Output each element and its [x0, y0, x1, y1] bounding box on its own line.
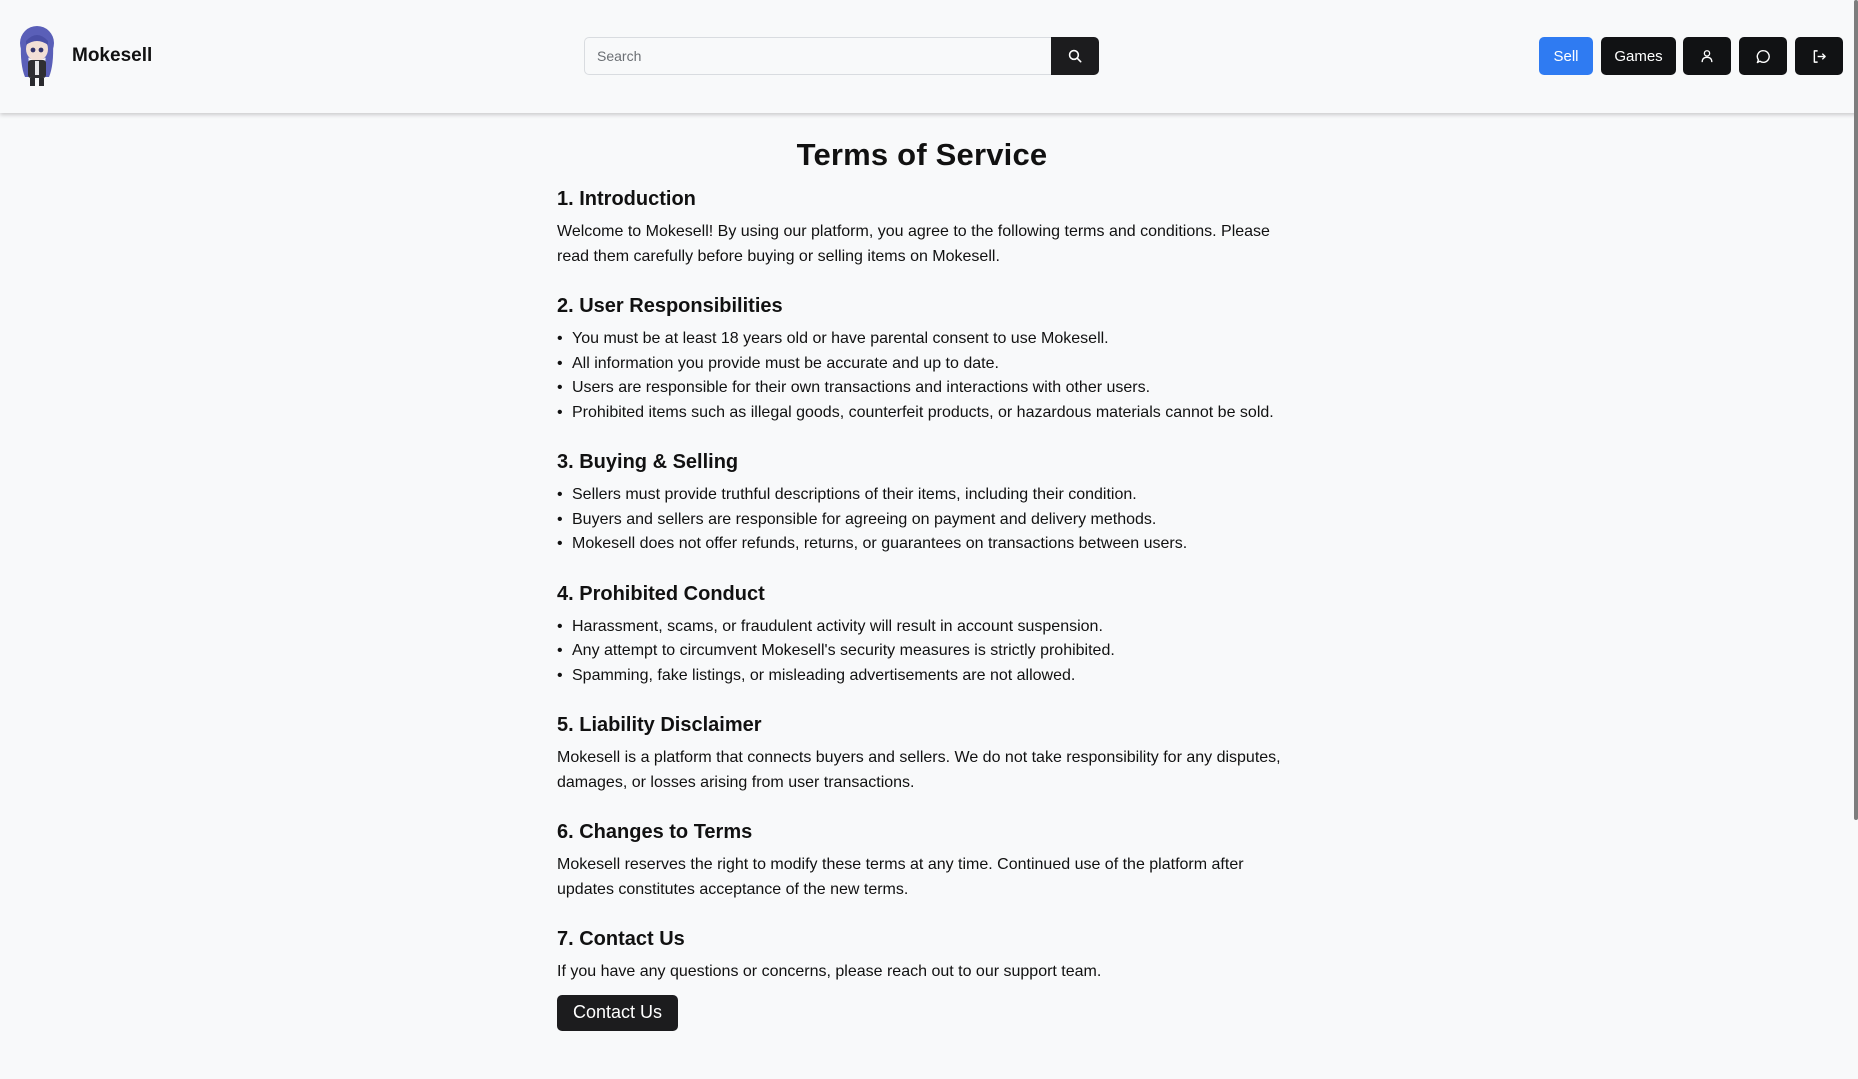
- page-title: Terms of Service: [796, 137, 1048, 172]
- section-liability-disclaimer: 5. Liability Disclaimer Mokesell is a pl…: [557, 713, 1287, 795]
- top-navbar: Mokesell Sell Games: [0, 0, 1858, 113]
- list-item: You must be at least 18 years old or hav…: [557, 327, 1287, 352]
- section-heading: 3. Buying & Selling: [557, 451, 739, 473]
- list-item: All information you provide must be accu…: [557, 352, 1287, 377]
- terms-content: Terms of Service 1. Introduction Welcome…: [557, 113, 1287, 1031]
- section-heading: 7. Contact Us: [557, 928, 685, 950]
- brand[interactable]: Mokesell: [18, 22, 152, 90]
- list-item: Buyers and sellers are responsible for a…: [557, 508, 1287, 533]
- section-user-responsibilities: 2. User Responsibilities You must be at …: [557, 294, 1287, 425]
- section-buying-selling: 3. Buying & Selling Sellers must provide…: [557, 450, 1287, 557]
- section-heading: 4. Prohibited Conduct: [557, 582, 765, 605]
- section-paragraph: If you have any questions or concerns, p…: [557, 963, 1102, 980]
- section-paragraph: Mokesell reserves the right to modify th…: [557, 856, 1244, 898]
- mascot-avatar: [20, 26, 54, 86]
- sell-button[interactable]: Sell: [1539, 37, 1593, 75]
- contact-us-button[interactable]: Contact Us: [557, 994, 679, 1031]
- list-item: Spamming, fake listings, or misleading a…: [557, 664, 1287, 689]
- search-input[interactable]: [584, 37, 1051, 75]
- section-heading: 1. Introduction: [557, 188, 696, 210]
- games-button[interactable]: Games: [1601, 37, 1676, 75]
- bullet-list: Sellers must provide truthful descriptio…: [557, 483, 1287, 557]
- user-icon: [1701, 50, 1713, 63]
- section-prohibited-conduct: 4. Prohibited Conduct Harassment, scams,…: [557, 582, 1287, 689]
- section-heading: 2. User Responsibilities: [557, 295, 783, 317]
- page-scrollbar[interactable]: [1854, 0, 1858, 820]
- list-item: Users are responsible for their own tran…: [557, 376, 1287, 401]
- brand-name[interactable]: Mokesell: [72, 45, 152, 67]
- list-item: Harassment, scams, or fraudulent activit…: [557, 615, 1287, 640]
- section-contact-us: 7. Contact Us If you have any questions …: [557, 927, 1287, 1031]
- list-item: Any attempt to circumvent Mokesell's sec…: [557, 639, 1287, 664]
- profile-button[interactable]: [1683, 37, 1731, 75]
- chat-bubble-icon: [1756, 49, 1770, 63]
- section-changes-to-terms: 6. Changes to Terms Mokesell reserves th…: [557, 820, 1287, 902]
- section-paragraph: Welcome to Mokesell! By using our platfo…: [557, 223, 1270, 265]
- section-heading: 6. Changes to Terms: [557, 821, 753, 843]
- logout-icon: [1813, 49, 1826, 63]
- messages-button[interactable]: [1739, 37, 1787, 75]
- bullet-list: You must be at least 18 years old or hav…: [557, 327, 1287, 425]
- section-heading: 5. Liability Disclaimer: [557, 714, 762, 736]
- section-introduction: 1. Introduction Welcome to Mokesell! By …: [557, 187, 1287, 269]
- list-item: Prohibited items such as illegal goods, …: [557, 401, 1287, 426]
- logout-button[interactable]: [1795, 37, 1843, 75]
- list-item: Sellers must provide truthful descriptio…: [557, 483, 1287, 508]
- bullet-list: Harassment, scams, or fraudulent activit…: [557, 615, 1287, 689]
- search-icon: [1068, 49, 1082, 63]
- section-paragraph: Mokesell is a platform that connects buy…: [557, 749, 1281, 791]
- search-bar: [584, 37, 1099, 75]
- list-item: Mokesell does not offer refunds, returns…: [557, 532, 1287, 557]
- search-button[interactable]: [1051, 37, 1099, 75]
